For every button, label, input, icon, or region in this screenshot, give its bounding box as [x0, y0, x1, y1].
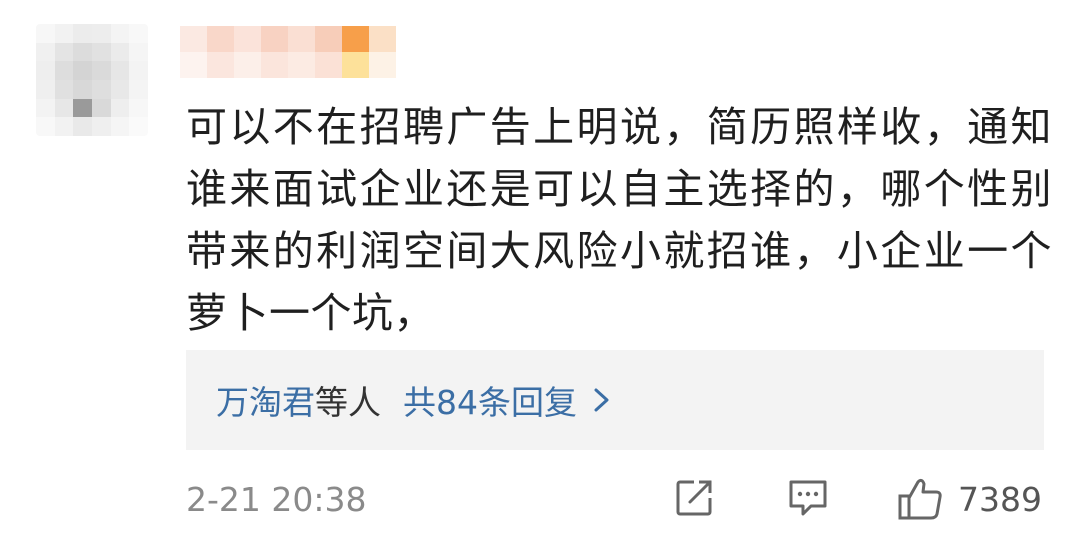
timestamp: 2-21 20:38: [186, 480, 367, 519]
like-icon: [896, 474, 944, 526]
avatar[interactable]: [36, 24, 148, 136]
comment-button[interactable]: [784, 476, 832, 524]
reply-count[interactable]: 共84条回复: [403, 376, 577, 424]
reply-user-names[interactable]: 万淘君: [216, 376, 315, 424]
share-button[interactable]: [670, 476, 718, 524]
chevron-right-icon: [591, 385, 621, 415]
username[interactable]: [180, 26, 396, 78]
comment-text: 可以不在招聘广告上明说，简历照样收，通知谁来面试企业还是可以自主选择的，哪个性别…: [186, 103, 1052, 337]
replies-link[interactable]: 万淘君 等人 共84条回复: [186, 350, 1044, 450]
like-button[interactable]: [896, 476, 944, 524]
share-icon: [672, 476, 716, 524]
like-count: 7389: [958, 480, 1042, 519]
comment-icon: [785, 476, 831, 524]
reply-others-label: 等人: [315, 383, 381, 422]
